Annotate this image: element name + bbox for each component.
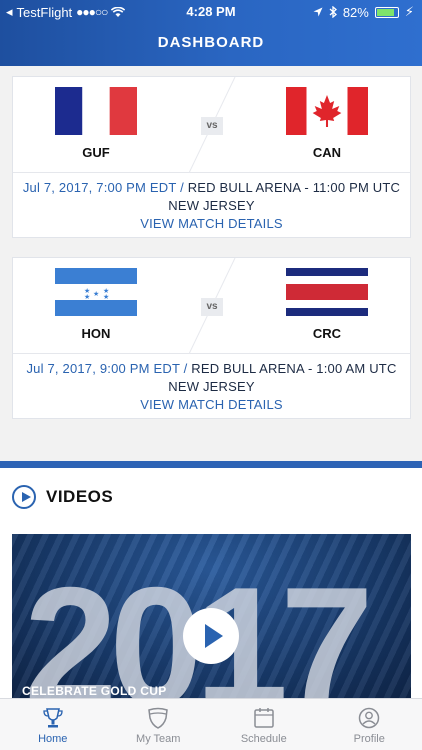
tab-label: Profile	[353, 733, 385, 745]
view-match-details-link[interactable]: VIEW MATCH DETAILS	[140, 215, 283, 233]
featured-video-thumbnail[interactable]: 2017 CELEBRATE GOLD CUP	[12, 534, 411, 704]
away-team-code: CRC	[312, 326, 342, 341]
honduras-flag-icon: ★ ★ ★ ★ ★	[55, 268, 137, 316]
battery-percent: 82%	[342, 4, 369, 20]
canada-flag-icon	[286, 87, 368, 135]
tab-bar: Home My Team Schedule Profile	[0, 698, 422, 750]
away-team-code: CAN	[312, 145, 342, 160]
svg-text:★: ★	[84, 293, 90, 301]
vs-badge: vs	[201, 117, 223, 135]
play-circle-icon	[12, 485, 36, 509]
match-card[interactable]: vs GUF CAN Jul 7, 2017, 7:00 PM EDT / RE…	[12, 76, 411, 238]
vs-badge: vs	[201, 298, 223, 316]
page-title: DASHBOARD	[157, 34, 265, 51]
view-match-details-link[interactable]: VIEW MATCH DETAILS	[140, 396, 283, 414]
match-venue: RED BULL ARENA - 1:00 AM UTC NEW JERSEY	[168, 361, 397, 394]
svg-text:★: ★	[103, 293, 109, 301]
tab-my-team[interactable]: My Team	[106, 699, 212, 750]
match-date: Jul 7, 2017, 7:00 PM EDT /	[22, 180, 184, 195]
tab-home[interactable]: Home	[0, 699, 106, 750]
videos-heading: VIDEOS	[46, 487, 114, 506]
svg-text:★: ★	[93, 290, 99, 298]
section-divider	[0, 461, 422, 468]
match-card[interactable]: ★ ★ ★ ★ ★ vs HON CRC Jul 7, 2017, 9:00 PM …	[12, 257, 411, 419]
tab-label: My Team	[136, 733, 181, 745]
home-team-code: GUF	[82, 145, 110, 160]
videos-section: VIDEOS 2017 CELEBRATE GOLD CUP	[0, 468, 422, 704]
bluetooth-icon	[329, 6, 337, 18]
play-button[interactable]	[183, 608, 239, 664]
france-flag-icon	[55, 87, 137, 135]
user-icon	[359, 707, 380, 729]
charging-icon: ⚡	[404, 4, 414, 19]
battery-icon	[374, 6, 399, 18]
tab-label: Home	[38, 733, 68, 745]
tab-profile[interactable]: Profile	[317, 699, 422, 750]
match-venue: RED BULL ARENA - 11:00 PM UTC NEW JERSEY	[168, 180, 401, 213]
tab-label: Schedule	[240, 733, 287, 745]
shield-icon	[148, 707, 169, 729]
match-date: Jul 7, 2017, 9:00 PM EDT /	[26, 361, 188, 376]
trophy-icon	[43, 708, 63, 728]
tab-schedule[interactable]: Schedule	[211, 699, 317, 750]
location-arrow-icon	[313, 7, 323, 17]
video-caption: CELEBRATE GOLD CUP	[22, 684, 167, 698]
status-bar: ◂ TestFlight ●●●○○ 4:28 PM 82% ⚡	[0, 2, 422, 22]
top-bar: ◂ TestFlight ●●●○○ 4:28 PM 82% ⚡ DASHBOA…	[0, 0, 422, 66]
calendar-icon	[254, 708, 274, 728]
costa-rica-flag-icon	[286, 268, 368, 316]
home-team-code: HON	[81, 326, 111, 341]
